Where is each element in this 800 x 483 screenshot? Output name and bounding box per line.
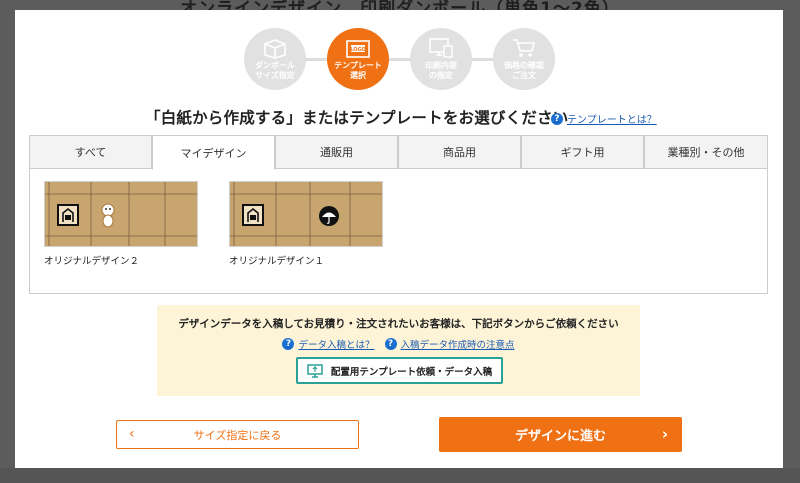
template-selection-modal: ダンボール サイズ指定 LOGO テンプレート 選択 印刷内容 の指定 価格の確…: [15, 10, 783, 468]
next-label: デザインに進む: [514, 429, 606, 444]
step-label: テンプレート 選択: [334, 61, 382, 80]
tab-industry-other[interactable]: 業種別・その他: [644, 135, 768, 169]
data-submission-link[interactable]: ? データ入稿とは？: [282, 337, 375, 351]
tab-product[interactable]: 商品用: [398, 135, 521, 169]
question-icon: ?: [384, 338, 397, 350]
chevron-left-icon: ‹: [129, 426, 135, 442]
tab-all[interactable]: すべて: [29, 135, 152, 169]
box-icon: [264, 39, 286, 59]
data-submission-info: デザインデータを入稿してお見積り・注文されたいお客様は、下記ボタンからご依頼くだ…: [157, 305, 640, 396]
proceed-to-design-button[interactable]: デザインに進む ›: [439, 417, 682, 452]
question-icon: ?: [282, 338, 295, 350]
cart-icon: [513, 39, 536, 57]
logo-box-icon: LOGO: [346, 40, 370, 58]
back-to-size-button[interactable]: ‹ サイズ指定に戻る: [116, 420, 359, 449]
step-print-content: 印刷内容 の指定: [410, 28, 472, 90]
step-size: ダンボール サイズ指定: [244, 28, 306, 90]
svg-text:LOGO: LOGO: [350, 47, 366, 53]
question-icon: ?: [551, 112, 563, 125]
tab-mail-order[interactable]: 通販用: [275, 135, 398, 169]
info-links: ? データ入稿とは？ ? 入稿データ作成時の注意点: [157, 337, 640, 351]
tab-gift[interactable]: ギフト用: [521, 135, 644, 169]
handle-with-care-icon: [242, 204, 264, 226]
page-heading: 「白紙から作成する」またはテンプレートをお選びください: [145, 109, 569, 127]
step-label: ダンボール サイズ指定: [255, 61, 295, 80]
template-request-button[interactable]: 配置用テンプレート依頼・データ入稿: [296, 357, 503, 384]
back-label: サイズ指定に戻る: [193, 428, 282, 442]
link-label: データ入稿とは？: [298, 340, 375, 351]
step-indicator: ダンボール サイズ指定 LOGO テンプレート 選択 印刷内容 の指定 価格の確…: [244, 28, 555, 98]
design-label: オリジナルデザイン１: [229, 256, 325, 267]
submission-notes-link[interactable]: ? 入稿データ作成時の注意点: [384, 337, 515, 351]
monitor-upload-icon: [307, 363, 323, 378]
step-connector: [284, 58, 514, 61]
category-tabs: すべて マイデザイン 通販用 商品用 ギフト用 業種別・その他: [29, 135, 768, 170]
tab-my-design[interactable]: マイデザイン: [152, 135, 275, 170]
umbrella-icon: [319, 206, 339, 226]
backdrop-footer: [0, 468, 800, 483]
design-label: オリジナルデザイン２: [44, 256, 140, 267]
step-template: LOGO テンプレート 選択: [327, 28, 389, 90]
handle-with-care-icon: [57, 204, 79, 226]
design-card[interactable]: オリジナルデザイン１: [229, 181, 383, 267]
design-card[interactable]: オリジナルデザイン２: [44, 181, 198, 267]
design-thumbnail[interactable]: [229, 181, 383, 247]
step-label: 価格の確認 ご注文: [504, 61, 544, 80]
cardboard-preview: [230, 182, 382, 246]
template-request-label: 配置用テンプレート依頼・データ入稿: [330, 366, 493, 378]
chevron-right-icon: ›: [661, 425, 668, 443]
design-thumbnail[interactable]: [44, 181, 198, 247]
help-link-label: テンプレートとは？: [567, 115, 657, 126]
step-label: 印刷内容 の指定: [425, 61, 457, 80]
link-label: 入稿データ作成時の注意点: [400, 340, 515, 351]
step-price-order: 価格の確認 ご注文: [493, 28, 555, 90]
template-help-link[interactable]: ? テンプレートとは？: [551, 111, 657, 126]
cardboard-preview: [45, 182, 197, 246]
design-list-panel: オリジナルデザイン２ オリジナルデザイン１: [29, 169, 768, 294]
monitor-icon: [429, 38, 453, 58]
info-text: デザインデータを入稿してお見積り・注文されたいお客様は、下記ボタンからご依頼くだ…: [178, 318, 619, 330]
